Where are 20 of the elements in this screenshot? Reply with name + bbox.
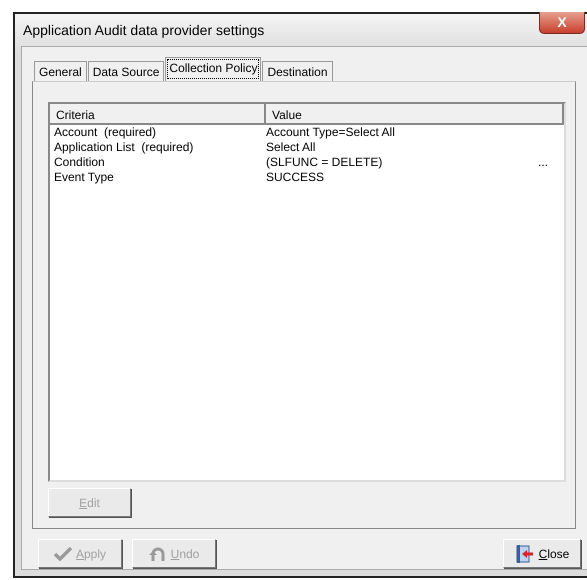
tab[interactable]: General	[34, 61, 87, 81]
column-header[interactable]: Value	[266, 104, 564, 123]
table-cell-text: Event Type	[53, 170, 115, 185]
tab[interactable]: Destination	[262, 61, 332, 81]
table-cell-text: Account (required)	[53, 125, 158, 140]
close-button[interactable]: Close	[503, 539, 581, 568]
table-cell: (SLFUNC = DELETE)	[266, 155, 382, 170]
table-cell: Account Type=Select All	[266, 125, 395, 140]
ellipsis-button[interactable]: ...	[538, 155, 548, 170]
table-cell: SUCCESS	[266, 170, 324, 185]
window-title: Application Audit data provider settings	[22, 20, 264, 40]
table-cell: Select All	[266, 140, 316, 155]
table-cell-text: Application List (required)	[53, 140, 194, 155]
undo-icon	[148, 546, 167, 562]
tab[interactable]: Collection Policy	[165, 57, 262, 81]
column-header[interactable]: Criteria	[50, 104, 266, 123]
tab[interactable]: Data Source	[88, 61, 164, 81]
table-cell-text: Condition	[53, 155, 106, 170]
exit-door-icon	[514, 544, 535, 562]
checkmark-icon	[54, 546, 72, 560]
